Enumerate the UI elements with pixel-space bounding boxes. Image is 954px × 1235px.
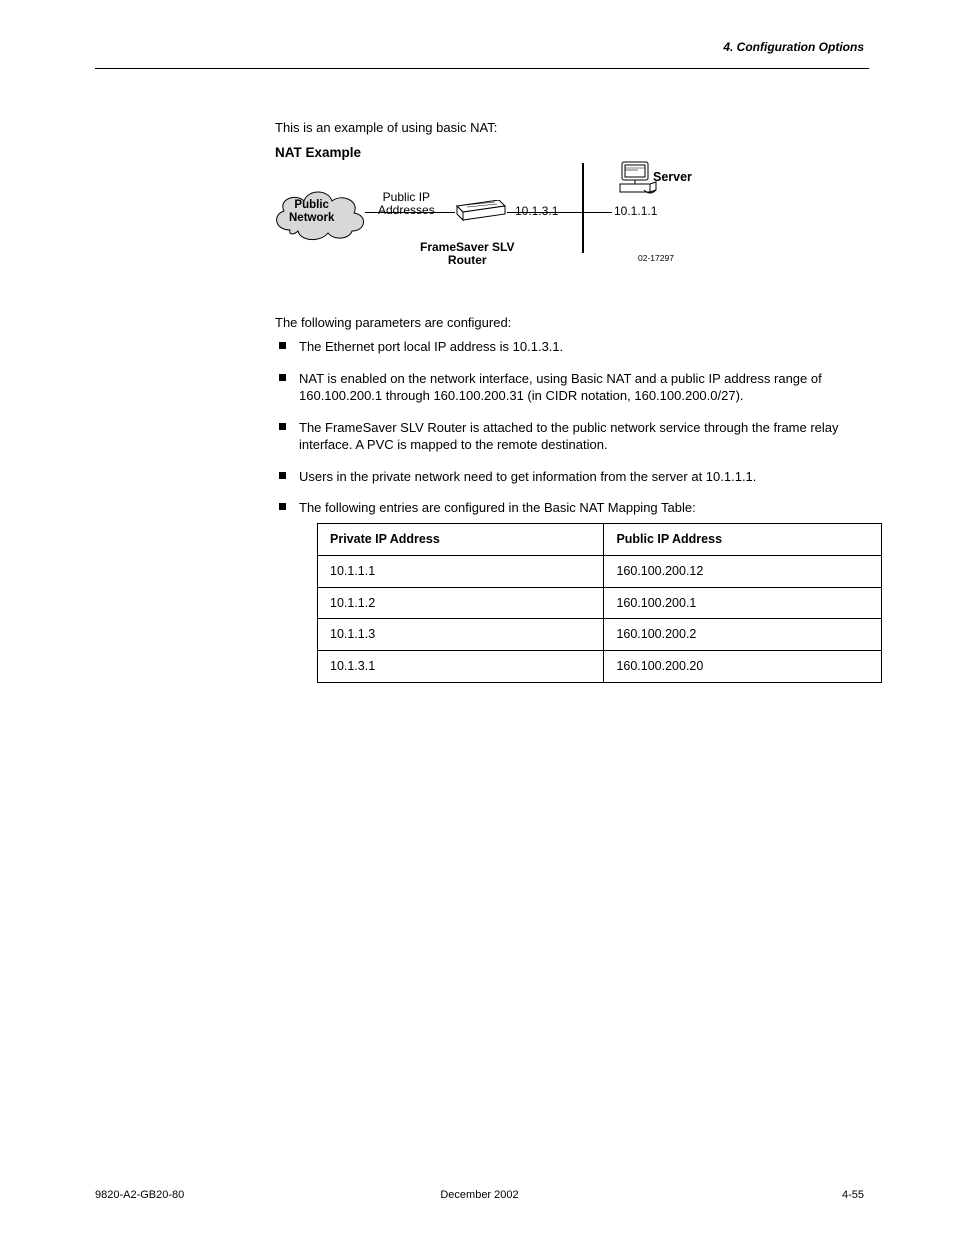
lan-bus [582, 163, 584, 253]
list-item-text: The FrameSaver SLV Router is attached to… [299, 420, 839, 453]
public-ip-line1: Public IP [383, 190, 430, 204]
list-item-text: The following entries are configured in … [299, 500, 696, 515]
ethernet-ip-label: 10.1.3.1 [515, 204, 558, 218]
table-cell: 160.100.200.1 [604, 587, 882, 619]
router-label-line2: Router [448, 253, 487, 267]
list-item-text: The Ethernet port local IP address is 10… [299, 339, 563, 354]
cloud-label-line1: Public [294, 199, 329, 211]
table-header: Private IP Address [318, 523, 604, 555]
table-row: 10.1.1.3 160.100.200.2 [318, 619, 882, 651]
table-cell: 160.100.200.2 [604, 619, 882, 651]
intro-text: This is an example of using basic NAT: [275, 120, 859, 135]
table-cell: 10.1.1.3 [318, 619, 604, 651]
bullet-list: The Ethernet port local IP address is 10… [275, 338, 859, 697]
footer-center: December 2002 [95, 1189, 864, 1201]
header-rule [95, 68, 869, 69]
figure-id: 02-17297 [638, 253, 674, 263]
table-header: Public IP Address [604, 523, 882, 555]
list-item: NAT is enabled on the network interface,… [279, 370, 859, 419]
running-header-right: 4. Configuration Options [723, 40, 864, 54]
page-footer: 9820-A2-GB20-80 December 2002 4-55 [95, 1189, 864, 1201]
list-item: The Ethernet port local IP address is 10… [279, 338, 859, 370]
content-column: This is an example of using basic NAT: N… [275, 120, 859, 707]
server-label: Server [653, 170, 692, 184]
cloud-label-line2: Network [289, 212, 334, 224]
table-row: 10.1.3.1 160.100.200.20 [318, 651, 882, 683]
list-item: The following entries are configured in … [279, 499, 859, 697]
after-diagram-text: The following parameters are configured: [275, 315, 859, 330]
router-label: FrameSaver SLV Router [420, 241, 515, 267]
nat-diagram: NAT Example Public Network Public IP Add… [275, 145, 715, 295]
table-row: 10.1.1.1 160.100.200.12 [318, 555, 882, 587]
list-item-text: Users in the private network need to get… [299, 469, 756, 484]
cloud-label: Public Network [289, 199, 334, 224]
nat-mapping-table: Private IP Address Public IP Address 10.… [317, 523, 882, 683]
public-ip-line2: Addresses [378, 203, 435, 217]
router-label-line1: FrameSaver SLV [420, 240, 515, 254]
list-item: The FrameSaver SLV Router is attached to… [279, 419, 859, 468]
table-cell: 160.100.200.20 [604, 651, 882, 683]
table-cell: 10.1.1.2 [318, 587, 604, 619]
diagram-title: NAT Example [275, 145, 715, 160]
router-icon [455, 200, 507, 222]
table-header-row: Private IP Address Public IP Address [318, 523, 882, 555]
link-lan-server [584, 212, 612, 213]
table-cell: 10.1.1.1 [318, 555, 604, 587]
table-cell: 10.1.3.1 [318, 651, 604, 683]
public-ip-label: Public IP Addresses [378, 191, 435, 217]
table-row: 10.1.1.2 160.100.200.1 [318, 587, 882, 619]
list-item: Users in the private network need to get… [279, 468, 859, 500]
table-cell: 160.100.200.12 [604, 555, 882, 587]
list-item-text: NAT is enabled on the network interface,… [299, 371, 822, 404]
